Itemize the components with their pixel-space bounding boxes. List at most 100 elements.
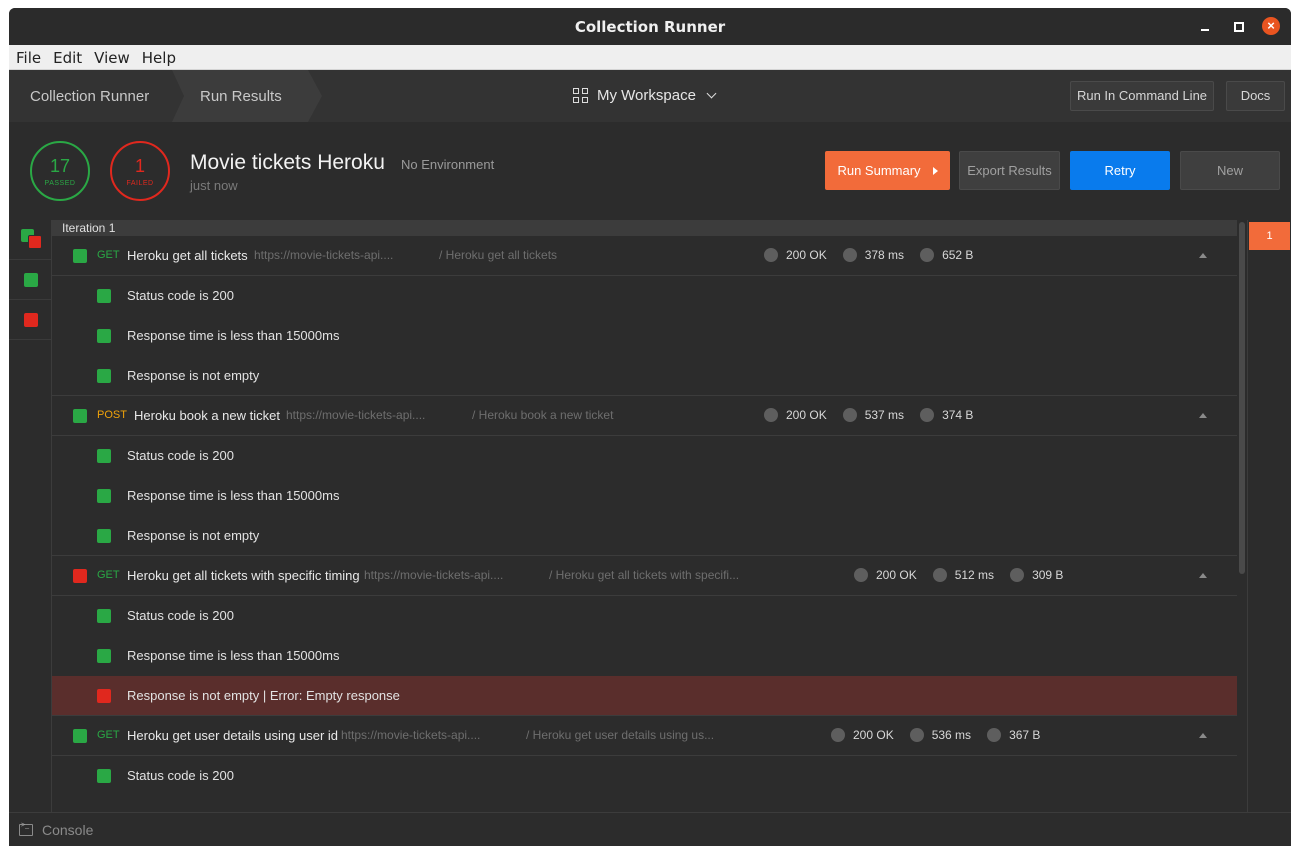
request-name[interactable]: Heroku get all tickets with specific tim… — [127, 568, 360, 583]
console-bar[interactable]: Console — [9, 812, 1291, 846]
pass-status-icon — [97, 609, 111, 623]
pass-status-icon — [97, 369, 111, 383]
test-row: Status code is 200 — [52, 596, 1237, 636]
status-dot-icon — [764, 248, 778, 262]
new-button[interactable]: New — [1180, 151, 1280, 190]
response-time: 512 ms — [954, 568, 995, 582]
response-size: 374 B — [942, 408, 974, 422]
response-code: 200 OK — [786, 248, 827, 262]
size-dot-icon — [920, 408, 935, 422]
response-time: 378 ms — [864, 248, 905, 262]
filter-passed-cell[interactable] — [9, 260, 51, 300]
request-name[interactable]: Heroku book a new ticket — [134, 408, 280, 423]
collapse-caret-icon[interactable] — [1199, 413, 1207, 418]
chevron-down-icon — [706, 88, 717, 99]
request-path: / Heroku get all tickets — [439, 248, 558, 262]
failed-test-row: Response is not empty | Error: Empty res… — [52, 676, 1237, 716]
run-summary-header: 17 PASSED 1 FAILED Movie tickets Heroku … — [9, 122, 1291, 220]
close-icon[interactable]: × — [1262, 17, 1280, 35]
request-row[interactable]: POST Heroku book a new ticket https://mo… — [52, 396, 1237, 436]
iteration-header: Iteration 1 — [52, 220, 1237, 236]
collapse-caret-icon[interactable] — [1199, 573, 1207, 578]
scrollbar-thumb[interactable] — [1239, 222, 1245, 574]
request-name[interactable]: Heroku get user details using user id — [127, 728, 338, 743]
request-url: https://movie-tickets-api.... — [341, 728, 481, 742]
retry-button[interactable]: Retry — [1070, 151, 1170, 190]
docs-button[interactable]: Docs — [1226, 81, 1285, 111]
test-row: Response time is less than 15000ms — [52, 316, 1237, 356]
test-row: Response time is less than 15000ms — [52, 476, 1237, 516]
minimize-icon[interactable] — [1196, 17, 1214, 35]
status-dot-icon — [854, 568, 868, 582]
menu-file[interactable]: File — [9, 45, 47, 70]
request-method: GET — [97, 569, 120, 581]
fail-status-icon — [28, 235, 42, 249]
passed-count: 17 — [49, 156, 71, 176]
pass-status-icon — [73, 409, 87, 423]
menu-help[interactable]: Help — [136, 45, 182, 70]
fail-status-icon — [24, 313, 38, 327]
menu-edit[interactable]: Edit — [47, 45, 88, 70]
size-dot-icon — [1010, 568, 1025, 582]
request-method: GET — [97, 249, 120, 261]
failed-counter: 1 FAILED — [110, 141, 170, 201]
request-path: / Heroku get user details using us... — [526, 728, 715, 742]
iteration-tab-1[interactable]: 1 — [1249, 222, 1290, 250]
environment-label: No Environment — [401, 157, 495, 172]
request-method: POST — [97, 409, 127, 421]
test-row: Response time is less than 15000ms — [52, 636, 1237, 676]
title-bar: Collection Runner × — [9, 8, 1291, 45]
request-meta: 200 OK 512 ms 309 B — [854, 568, 1063, 582]
response-time: 537 ms — [864, 408, 905, 422]
response-code: 200 OK — [853, 728, 894, 742]
run-in-command-line-button[interactable]: Run In Command Line — [1070, 81, 1214, 111]
iteration-overview-cell[interactable] — [9, 220, 51, 260]
response-size: 309 B — [1032, 568, 1064, 582]
test-name: Status code is 200 — [127, 608, 234, 623]
test-name: Response time is less than 15000ms — [127, 328, 340, 343]
pass-status-icon — [97, 329, 111, 343]
request-row[interactable]: GET Heroku get all tickets https://movie… — [52, 236, 1237, 276]
test-name: Response is not empty — [127, 528, 260, 543]
collapse-caret-icon[interactable] — [1199, 733, 1207, 738]
status-dot-icon — [764, 408, 778, 422]
request-name[interactable]: Heroku get all tickets — [127, 248, 248, 263]
request-url: https://movie-tickets-api.... — [254, 248, 394, 262]
size-dot-icon — [920, 248, 935, 262]
request-path: / Heroku get all tickets with specifi... — [549, 568, 740, 582]
test-name: Response time is less than 15000ms — [127, 488, 340, 503]
request-row[interactable]: GET Heroku get all tickets with specific… — [52, 556, 1237, 596]
menu-bar: File Edit View Help — [9, 45, 1291, 70]
pass-status-icon — [97, 449, 111, 463]
request-meta: 200 OK 537 ms 374 B — [764, 408, 973, 422]
test-name: Response time is less than 15000ms — [127, 648, 340, 663]
request-meta: 200 OK 378 ms 652 B — [764, 248, 973, 262]
workspace-switcher[interactable]: My Workspace — [573, 87, 717, 104]
export-results-button[interactable]: Export Results — [959, 151, 1060, 190]
maximize-icon[interactable] — [1229, 17, 1247, 35]
response-time: 536 ms — [931, 728, 972, 742]
pass-status-icon — [97, 769, 111, 783]
test-name: Response is not empty — [127, 368, 260, 383]
breadcrumb-run-results[interactable]: Run Results — [172, 70, 322, 122]
response-code: 200 OK — [786, 408, 827, 422]
request-row[interactable]: GET Heroku get user details using user i… — [52, 716, 1237, 756]
test-name: Status code is 200 — [127, 448, 234, 463]
time-dot-icon — [842, 248, 857, 262]
results-scrollbar[interactable] — [1237, 220, 1247, 812]
window-title: Collection Runner — [574, 18, 726, 36]
response-size: 367 B — [1009, 728, 1041, 742]
collapse-caret-icon[interactable] — [1199, 253, 1207, 258]
grid-icon — [573, 87, 589, 104]
collection-runner-window: Collection Runner × File Edit View Help Col… — [9, 8, 1291, 846]
run-timestamp: just now — [190, 178, 238, 193]
fail-status-icon — [73, 569, 87, 583]
time-dot-icon — [842, 408, 857, 422]
filter-failed-cell[interactable] — [9, 300, 51, 340]
passed-label: PASSED — [44, 180, 76, 187]
breadcrumb-collection-runner[interactable]: Collection Runner — [9, 70, 172, 122]
pass-status-icon — [73, 729, 87, 743]
run-summary-button[interactable]: Run Summary — [825, 151, 950, 190]
menu-view[interactable]: View — [88, 45, 136, 70]
pass-status-icon — [73, 249, 87, 263]
